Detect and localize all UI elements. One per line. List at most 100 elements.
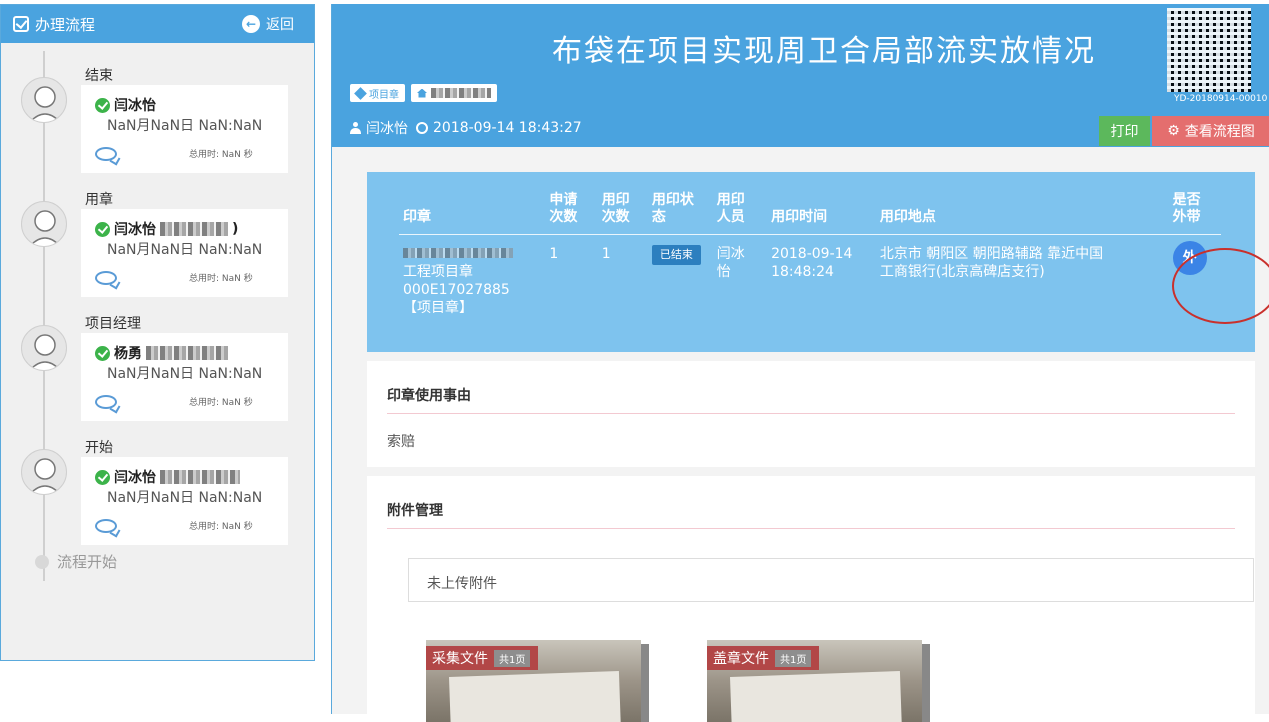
step-time: NaN月NaN日 NaN:NaN <box>107 118 263 134</box>
step-title: 项目经理 <box>85 316 141 332</box>
clock-icon <box>416 122 428 134</box>
comment-icon[interactable] <box>95 147 117 161</box>
step-person: 闫冰怡 <box>95 95 156 115</box>
seal-code: 000E17027885 <box>403 282 510 298</box>
user-avatar-icon <box>29 86 61 122</box>
view-flowchart-label: 查看流程图 <box>1184 124 1255 140</box>
step-time: NaN月NaN日 NaN:NaN <box>107 242 263 258</box>
step-duration: 总用时: NaN 秒 <box>189 398 253 408</box>
comment-icon[interactable] <box>95 519 117 533</box>
step-title: 结束 <box>85 68 113 84</box>
attachment-thumbnail-stamped[interactable]: 盖章文件 共1页 <box>707 640 922 722</box>
step-card: 闫冰怡 NaN月NaN日 NaN:NaN 总用时: NaN 秒 <box>81 457 288 545</box>
flow-start: 流程开始 <box>35 551 117 572</box>
no-attachment-notice: 未上传附件 <box>408 558 1254 602</box>
tag-project[interactable] <box>411 84 497 102</box>
redacted-text <box>146 346 228 360</box>
step-time: NaN月NaN日 NaN:NaN <box>107 366 263 382</box>
tag-seal-type[interactable]: 项目章 <box>350 84 405 102</box>
gear-icon: ⚙ <box>1167 123 1180 139</box>
step-card: 闫冰怡 NaN月NaN日 NaN:NaN 总用时: NaN 秒 <box>81 85 288 173</box>
redacted-text <box>160 222 228 236</box>
col-location: 用印地点 <box>875 192 1169 235</box>
attachment-thumbnail-collected[interactable]: 采集文件 共1页 <box>426 640 641 722</box>
reason-value: 索赔 <box>387 434 415 450</box>
home-icon <box>417 88 427 98</box>
avatar <box>21 325 67 371</box>
page-title: 布袋在项目实现周卫合局部流实放情况 <box>552 34 1096 69</box>
avatar <box>21 77 67 123</box>
print-button[interactable]: 打印 <box>1099 116 1150 146</box>
tag-label: 项目章 <box>369 89 399 101</box>
seal-table: 印章 申请 次数 用印 次数 用印状 态 用印 人员 用印时间 用印地点 是否 … <box>399 192 1221 317</box>
col-apply-count: 申请 次数 <box>545 192 598 235</box>
col-use-count: 用印 次数 <box>597 192 648 235</box>
table-header-row: 印章 申请 次数 用印 次数 用印状 态 用印 人员 用印时间 用印地点 是否 … <box>399 192 1221 235</box>
apply-datetime: 2018-09-14 18:43:27 <box>433 120 582 136</box>
tag-icon <box>354 86 367 100</box>
sidebar-title: 办理流程 <box>35 15 96 34</box>
step-time: NaN月NaN日 NaN:NaN <box>107 490 263 506</box>
cell-location: 北京市 朝阳区 朝阳路辅路 靠近中国 工商银行(北京高碑店支行) <box>879 246 1104 280</box>
user-avatar-icon <box>29 458 61 494</box>
sidebar-header: 办理流程 ← 返回 <box>1 5 314 43</box>
qr-code-id: YD-20180914-00010 <box>1174 94 1268 104</box>
col-use-time: 用印时间 <box>767 192 876 235</box>
divider <box>387 528 1235 529</box>
step-person-suffix: ) <box>232 221 239 237</box>
detail-header: 布袋在项目实现周卫合局部流实放情况 项目章 闫冰怡 2018-09-14 18:… <box>332 4 1269 147</box>
redacted-text <box>403 248 513 258</box>
cell-apply-count: 1 <box>549 246 559 262</box>
step-title: 用章 <box>85 192 113 208</box>
divider <box>387 413 1235 414</box>
reason-section: 印章使用事由 索赔 <box>367 361 1255 467</box>
col-user: 用印 人员 <box>712 192 768 235</box>
back-label: 返回 <box>266 17 294 33</box>
comment-icon[interactable] <box>95 395 117 409</box>
document-image <box>449 671 621 722</box>
view-flowchart-button[interactable]: ⚙ 查看流程图 <box>1152 116 1269 146</box>
process-sidebar: 办理流程 ← 返回 结束 闫冰怡 NaN月NaN日 NaN:NaN 总用时: N… <box>0 4 315 661</box>
check-circle-icon <box>95 345 110 361</box>
step-card: 闫冰怡 ) NaN月NaN日 NaN:NaN 总用时: NaN 秒 <box>81 209 288 297</box>
thumbnail-title: 盖章文件 <box>713 651 769 667</box>
seal-type: 【项目章】 <box>403 300 473 316</box>
thumbnail-edge <box>641 644 649 722</box>
use-date: 2018-09-14 <box>771 246 853 262</box>
redacted-text <box>431 88 491 98</box>
user-avatar-icon <box>29 334 61 370</box>
attachment-section: 附件管理 未上传附件 采集文件 共1页 盖章文件 共1页 <box>367 476 1255 722</box>
step-title: 开始 <box>85 440 113 456</box>
checkbox-icon <box>13 16 29 32</box>
attachment-title: 附件管理 <box>387 503 443 519</box>
step-duration: 总用时: NaN 秒 <box>189 274 253 284</box>
timeline-line <box>43 51 45 581</box>
check-circle-icon <box>95 221 110 237</box>
table-row: 工程项目章 000E17027885 【项目章】 1 1 已结束 闫冰 怡 20… <box>399 235 1221 318</box>
check-circle-icon <box>95 469 110 485</box>
step-duration: 总用时: NaN 秒 <box>189 150 253 160</box>
user-avatar-icon <box>29 210 61 246</box>
cell-use-time: 2018-09-14 18:48:24 <box>767 235 876 318</box>
seal-name: 工程项目章 <box>403 264 473 280</box>
comment-icon[interactable] <box>95 271 117 285</box>
check-circle-icon <box>95 97 110 113</box>
back-button[interactable]: ← 返回 <box>242 14 294 34</box>
cell-status: 已结束 <box>648 235 713 318</box>
step-person-name: 闫冰怡 <box>114 470 156 486</box>
status-badge: 已结束 <box>651 245 701 265</box>
thumbnail-edge <box>922 644 930 722</box>
cell-use-count: 1 <box>601 246 611 262</box>
page-count-badge: 共1页 <box>775 649 812 667</box>
sidebar-title-group: 办理流程 <box>13 14 95 35</box>
step-person: 闫冰怡 ) <box>95 219 238 239</box>
thumbnail-label: 盖章文件 共1页 <box>707 646 820 670</box>
page-count-badge: 共1页 <box>494 649 531 667</box>
avatar <box>21 201 67 247</box>
avatar <box>21 449 67 495</box>
reason-title: 印章使用事由 <box>387 388 471 404</box>
step-person: 杨勇 <box>95 343 228 363</box>
detail-panel: 布袋在项目实现周卫合局部流实放情况 项目章 闫冰怡 2018-09-14 18:… <box>331 4 1269 722</box>
use-clock: 18:48:24 <box>771 264 834 280</box>
document-image <box>730 671 902 722</box>
